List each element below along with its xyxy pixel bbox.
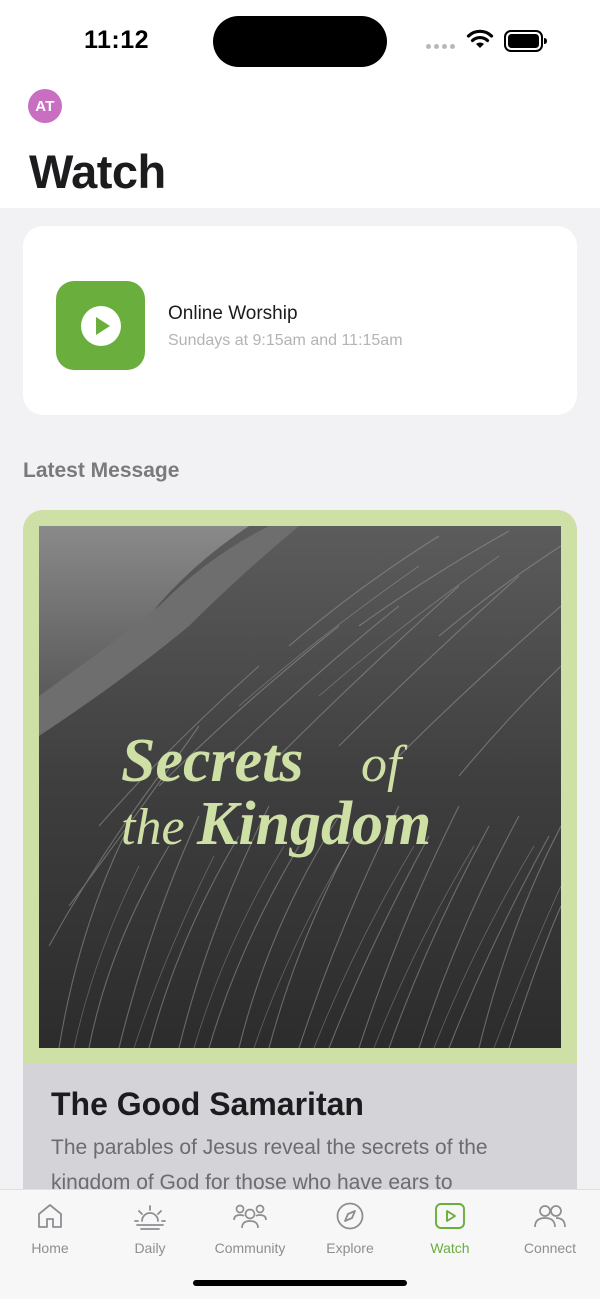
connect-people-icon <box>533 1200 567 1232</box>
cellular-signal-icon <box>426 44 455 49</box>
battery-icon <box>504 30 547 52</box>
tab-label: Explore <box>326 1240 374 1256</box>
compass-icon <box>335 1200 365 1232</box>
message-title: The Good Samaritan <box>51 1086 364 1122</box>
sunrise-icon <box>133 1200 167 1232</box>
latest-message-card[interactable]: Secrets of the Kingdom The Good Samarita… <box>23 510 577 1210</box>
people-icon <box>232 1200 268 1232</box>
worship-title: Online Worship <box>168 303 298 324</box>
artwork-word-secrets: Secrets <box>121 727 304 795</box>
home-indicator[interactable] <box>193 1280 407 1286</box>
artwork-title: Secrets of the Kingdom <box>121 727 431 858</box>
artwork-word-the: the <box>121 799 185 856</box>
tab-community[interactable]: Community <box>200 1190 300 1270</box>
artwork-word-of: of <box>361 736 408 793</box>
message-artwork: Secrets of the Kingdom <box>39 526 561 1048</box>
tab-daily[interactable]: Daily <box>100 1190 200 1270</box>
avatar[interactable]: AT <box>28 89 62 123</box>
section-label-latest-message: Latest Message <box>23 459 180 482</box>
status-bar: 11:12 <box>0 0 600 80</box>
tab-home[interactable]: Home <box>0 1190 100 1270</box>
tab-connect[interactable]: Connect <box>500 1190 600 1270</box>
page-title: Watch <box>29 145 166 198</box>
wifi-icon <box>466 29 494 48</box>
worship-subtitle: Sundays at 9:15am and 11:15am <box>168 332 403 349</box>
online-worship-card[interactable]: Online Worship Sundays at 9:15am and 11:… <box>23 226 577 415</box>
tab-label: Watch <box>430 1240 470 1256</box>
tab-label: Connect <box>523 1240 577 1256</box>
tab-watch[interactable]: Watch <box>400 1190 500 1270</box>
message-artwork-frame: Secrets of the Kingdom <box>23 510 577 1064</box>
play-square-icon <box>434 1200 466 1232</box>
dynamic-island <box>213 16 387 67</box>
home-icon <box>35 1200 65 1232</box>
page-header: AT Watch <box>0 80 600 208</box>
artwork-word-kingdom: Kingdom <box>196 790 431 858</box>
tab-label: Home <box>31 1240 69 1256</box>
play-circle-icon <box>56 281 145 370</box>
tab-explore[interactable]: Explore <box>300 1190 400 1270</box>
status-time: 11:12 <box>84 26 150 54</box>
tab-label: Community <box>214 1240 286 1256</box>
tab-label: Daily <box>134 1240 166 1256</box>
